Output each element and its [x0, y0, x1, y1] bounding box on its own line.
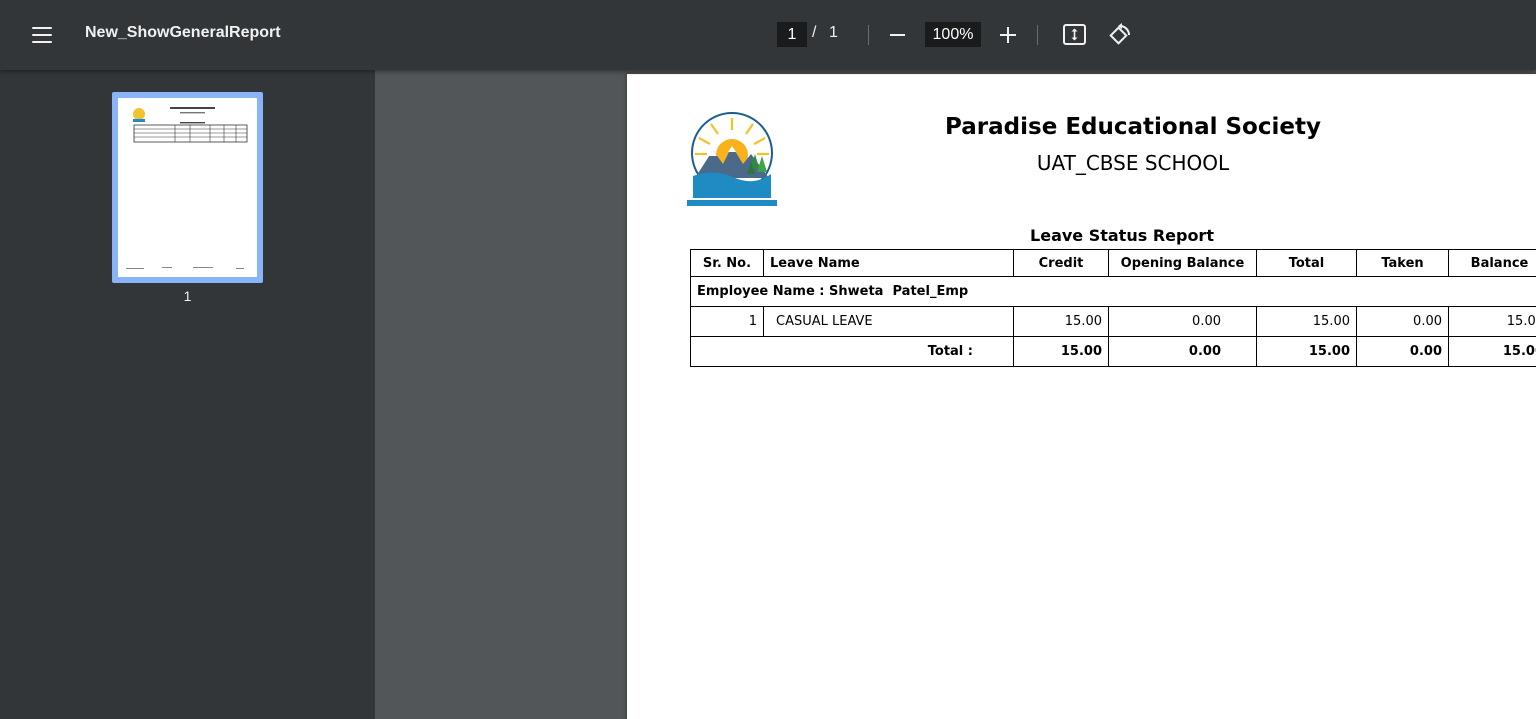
total-opening-balance: 0.00 [1108, 336, 1257, 367]
page-thumbnail[interactable] [112, 92, 263, 283]
toolbar-divider [1037, 25, 1038, 45]
fit-to-page-icon [1063, 24, 1086, 45]
thumbnail-page-number: 1 [183, 288, 192, 304]
totals-row: Total : 15.00 0.00 15.00 0.00 15.00 [690, 336, 1536, 367]
total-credit: 15.00 [1013, 336, 1109, 367]
table-header-row: Sr. No. Leave Name Credit Opening Balanc… [690, 249, 1536, 277]
column-header-sr-no: Sr. No. [690, 249, 764, 277]
total-total: 15.00 [1256, 336, 1357, 367]
column-header-leave-name: Leave Name [763, 249, 1014, 277]
table-row: 1 CASUAL LEAVE 15.00 0.00 15.00 0.00 15.… [690, 306, 1536, 337]
column-header-taken: Taken [1356, 249, 1449, 277]
employee-group-row: Employee Name : Shweta Patel_Emp [690, 276, 1536, 307]
document-viewer[interactable]: Paradise Educational Society UAT_CBSE SC… [375, 70, 1536, 719]
organization-name: Paradise Educational Society [945, 114, 1321, 140]
pdf-page: Paradise Educational Society UAT_CBSE SC… [627, 74, 1536, 719]
menu-icon[interactable] [28, 22, 56, 48]
zoom-in-button[interactable] [997, 22, 1019, 48]
leave-status-table: Sr. No. Leave Name Credit Opening Balanc… [690, 249, 1536, 367]
cell-leave-name: CASUAL LEAVE [763, 306, 1014, 337]
thumbnail-page-preview [118, 98, 257, 277]
cell-total: 15.00 [1256, 306, 1357, 337]
cell-credit: 15.00 [1013, 306, 1109, 337]
thumbnail-sidebar: 1 [0, 70, 375, 719]
page-number-input[interactable]: 1 [777, 22, 807, 47]
cell-balance: 15.00 [1448, 306, 1536, 337]
total-taken: 0.00 [1356, 336, 1449, 367]
column-header-total: Total [1256, 249, 1357, 277]
school-name: UAT_CBSE SCHOOL [1036, 151, 1230, 175]
toolbar-divider [868, 25, 869, 45]
school-logo [685, 112, 779, 210]
pdf-toolbar: New_ShowGeneralReport 1 / 1 100% [0, 0, 1536, 70]
page-separator: / [812, 24, 817, 41]
rotate-icon [1109, 23, 1130, 45]
total-balance: 15.00 [1448, 336, 1536, 367]
zoom-out-button[interactable] [887, 22, 909, 48]
minus-icon [890, 34, 905, 36]
report-title: Leave Status Report [1030, 226, 1214, 245]
column-header-opening-balance: Opening Balance [1108, 249, 1257, 277]
column-header-balance: Balance [1448, 249, 1536, 277]
cell-sr-no: 1 [690, 306, 764, 337]
cell-taken: 0.00 [1356, 306, 1449, 337]
fit-to-page-button[interactable] [1062, 23, 1088, 47]
document-title: New_ShowGeneralReport [85, 24, 281, 41]
column-header-credit: Credit [1013, 249, 1109, 277]
rotate-button[interactable] [1107, 22, 1133, 48]
totals-label: Total : [690, 336, 1014, 367]
cell-opening-balance: 0.00 [1108, 306, 1257, 337]
page-total: 1 [829, 24, 838, 41]
employee-name-label: Employee Name : Shweta Patel_Emp [690, 276, 1536, 307]
zoom-level-input[interactable]: 100% [925, 22, 981, 47]
